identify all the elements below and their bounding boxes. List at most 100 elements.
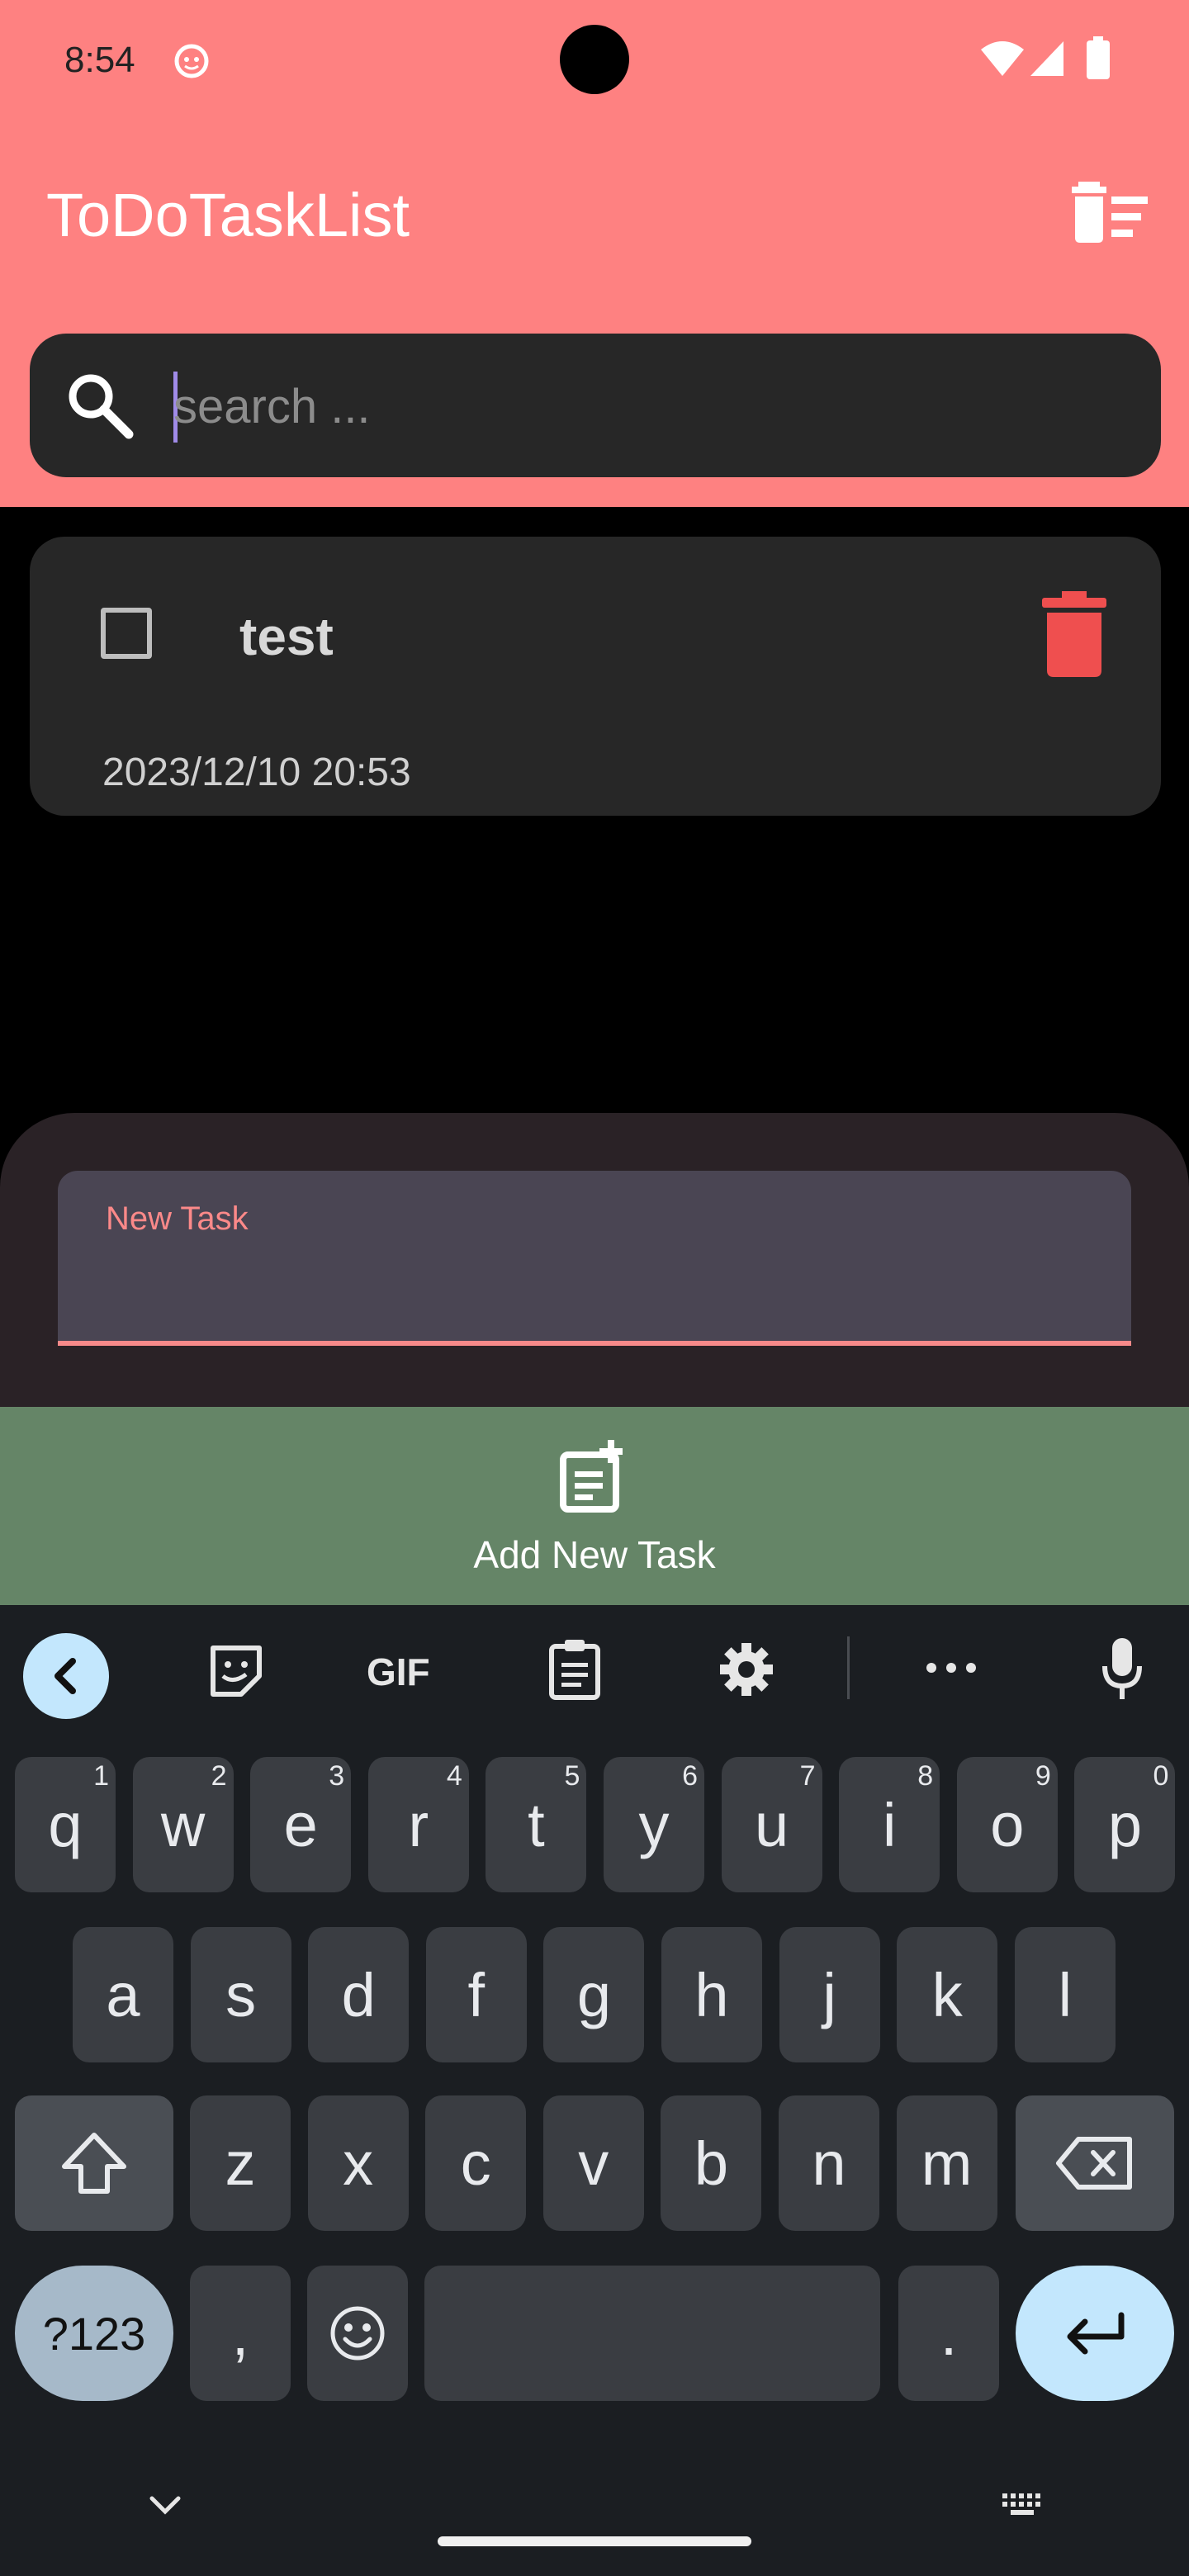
emoji-key[interactable] xyxy=(307,2266,408,2401)
key-c[interactable]: c xyxy=(425,2095,527,2231)
add-new-task-label: Add New Task xyxy=(473,1533,716,1576)
key-e[interactable]: e3 xyxy=(250,1757,352,1892)
key-label: n xyxy=(812,2129,846,2198)
wifi-icon xyxy=(979,40,1026,82)
gif-button[interactable]: GIF xyxy=(367,1650,430,1694)
delete-task-icon[interactable] xyxy=(1042,590,1106,683)
app-title: ToDoTaskList xyxy=(46,181,410,249)
task-date: 2023/12/10 20:53 xyxy=(102,751,411,794)
space-key[interactable] xyxy=(424,2266,880,2401)
key-u[interactable]: u7 xyxy=(721,1757,822,1892)
key-label: w xyxy=(160,1790,206,1859)
key-label: y xyxy=(638,1790,670,1859)
key-hint: 1 xyxy=(93,1760,109,1792)
new-task-label: New Task xyxy=(106,1200,249,1237)
key-label: u xyxy=(755,1790,789,1859)
sticker-icon[interactable] xyxy=(208,1643,264,1703)
key-l[interactable]: l xyxy=(1014,1927,1116,2062)
key-label: i xyxy=(882,1790,897,1859)
key-label: h xyxy=(694,1960,729,2029)
comma-key[interactable]: , xyxy=(190,2266,291,2401)
keyboard-back-button[interactable] xyxy=(23,1633,109,1719)
key-label: s xyxy=(225,1960,257,2029)
key-z[interactable]: z xyxy=(190,2095,291,2231)
key-x[interactable]: x xyxy=(307,2095,409,2231)
key-b[interactable]: b xyxy=(661,2095,762,2231)
toolbar-divider xyxy=(847,1636,850,1699)
key-label: r xyxy=(408,1790,429,1859)
camera-cutout xyxy=(560,25,629,94)
key-label: q xyxy=(48,1790,83,1859)
key-label: l xyxy=(1058,1960,1073,2029)
key-hint: 4 xyxy=(446,1760,462,1792)
period-key[interactable]: . xyxy=(898,2266,999,2401)
signal-icon xyxy=(1029,40,1065,82)
key-m[interactable]: m xyxy=(896,2095,997,2231)
search-icon xyxy=(64,370,135,445)
key-label: g xyxy=(576,1960,611,2029)
key-p[interactable]: p0 xyxy=(1074,1757,1176,1892)
key-label: b xyxy=(694,2129,728,2198)
key-y[interactable]: y6 xyxy=(604,1757,704,1892)
key-label: d xyxy=(341,1960,376,2029)
task-checkbox[interactable] xyxy=(101,608,152,659)
keyboard-hide-icon[interactable] xyxy=(147,2493,183,2522)
key-a[interactable]: a xyxy=(73,1927,173,2062)
status-time: 8:54 xyxy=(64,40,135,80)
search-input[interactable] xyxy=(173,372,1098,441)
keyboard-switch-icon[interactable] xyxy=(1001,2492,1047,2524)
key-label: v xyxy=(578,2129,609,2198)
key-label: x xyxy=(343,2129,374,2198)
key-label: m xyxy=(921,2129,973,2198)
key-v[interactable]: v xyxy=(542,2095,644,2231)
key-hint: 0 xyxy=(1153,1760,1169,1792)
key-label: c xyxy=(460,2129,491,2198)
key-s[interactable]: s xyxy=(190,1927,291,2062)
key-hint: 8 xyxy=(917,1760,934,1792)
key-t[interactable]: t5 xyxy=(486,1757,587,1892)
settings-icon[interactable] xyxy=(717,1640,776,1703)
key-label: k xyxy=(931,1960,963,2029)
key-r[interactable]: r4 xyxy=(367,1757,469,1892)
key-label: f xyxy=(467,1960,486,2029)
key-n[interactable]: n xyxy=(779,2095,879,2231)
notification-face-icon xyxy=(173,43,210,79)
key-q[interactable]: q1 xyxy=(15,1757,116,1892)
key-label: e xyxy=(283,1790,318,1859)
symbols-key[interactable]: ?123 xyxy=(15,2266,173,2401)
key-i[interactable]: i8 xyxy=(839,1757,940,1892)
key-hint: 3 xyxy=(329,1760,345,1792)
key-label: j xyxy=(822,1960,836,2029)
battery-icon xyxy=(1087,36,1110,83)
key-label: o xyxy=(990,1790,1025,1859)
key-o[interactable]: o9 xyxy=(956,1757,1058,1892)
key-label: p xyxy=(1107,1790,1142,1859)
key-k[interactable]: k xyxy=(897,1927,998,2062)
key-g[interactable]: g xyxy=(543,1927,645,2062)
home-indicator[interactable] xyxy=(438,2536,751,2546)
key-w[interactable]: w2 xyxy=(132,1757,234,1892)
key-label: t xyxy=(528,1790,545,1859)
task-title: test xyxy=(239,607,334,666)
shift-key[interactable] xyxy=(15,2095,173,2231)
key-hint: 2 xyxy=(211,1760,227,1792)
enter-key[interactable] xyxy=(1016,2266,1174,2401)
key-h[interactable]: h xyxy=(661,1927,762,2062)
key-label: a xyxy=(106,1960,140,2029)
key-d[interactable]: d xyxy=(308,1927,410,2062)
delete-all-icon[interactable] xyxy=(1070,178,1153,244)
key-hint: 5 xyxy=(564,1760,580,1792)
new-task-field[interactable] xyxy=(58,1171,1131,1346)
backspace-key[interactable] xyxy=(1016,2095,1174,2231)
add-task-icon xyxy=(558,1440,632,1518)
key-j[interactable]: j xyxy=(779,1927,880,2062)
key-hint: 9 xyxy=(1035,1760,1051,1792)
key-label: z xyxy=(225,2129,256,2198)
key-hint: 6 xyxy=(682,1760,698,1792)
key-f[interactable]: f xyxy=(425,1927,527,2062)
more-icon[interactable] xyxy=(925,1660,978,1680)
microphone-icon[interactable] xyxy=(1101,1636,1143,1707)
keyboard xyxy=(0,1605,1189,2576)
clipboard-icon[interactable] xyxy=(548,1638,601,1705)
key-hint: 7 xyxy=(799,1760,816,1792)
